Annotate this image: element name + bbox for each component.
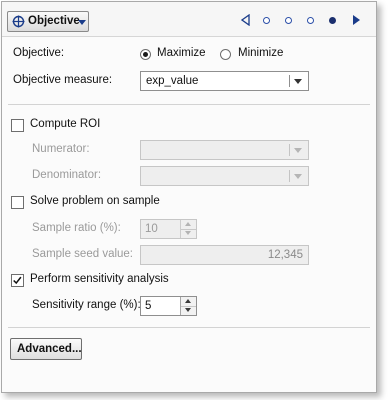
page-dot-2[interactable] <box>285 17 292 24</box>
advanced-button[interactable]: Advanced... <box>10 338 82 360</box>
sample-ratio-spinner[interactable]: 10 <box>140 219 197 239</box>
advanced-button-label: Advanced... <box>17 343 82 355</box>
minimize-label[interactable]: Minimize <box>238 47 283 59</box>
objective-measure-value: exp_value <box>146 75 199 87</box>
objective-measure-label: Objective measure: <box>13 74 113 86</box>
chevron-down-icon <box>78 20 86 25</box>
maximize-radio[interactable] <box>140 49 151 60</box>
page-dot-4-current[interactable] <box>329 17 336 24</box>
sample-ratio-label: Sample ratio (%): <box>32 222 121 234</box>
sample-seed-input[interactable]: 12,345 <box>140 245 309 265</box>
chevron-down-icon <box>294 148 302 153</box>
decrement-button[interactable] <box>181 306 196 315</box>
sample-seed-value: 12,345 <box>267 249 303 261</box>
page-dot-1[interactable] <box>263 17 270 24</box>
maximize-label[interactable]: Maximize <box>157 47 206 59</box>
objective-menu-button[interactable]: Objective <box>7 11 89 32</box>
numerator-select[interactable] <box>140 140 309 160</box>
spinner-buttons <box>180 220 196 238</box>
objective-measure-select[interactable]: exp_value <box>140 71 309 91</box>
previous-page-icon[interactable] <box>241 14 250 26</box>
objective-label: Objective: <box>13 47 65 59</box>
page-dot-3[interactable] <box>307 17 314 24</box>
objective-menu-label: Objective <box>28 15 80 27</box>
select-separator <box>289 144 290 156</box>
chevron-down-icon <box>294 174 302 179</box>
sample-ratio-value: 10 <box>145 223 158 235</box>
spinner-buttons <box>180 297 196 315</box>
compute-roi-checkbox[interactable] <box>11 119 24 132</box>
denominator-select[interactable] <box>140 166 309 186</box>
select-separator <box>289 75 290 87</box>
solve-sample-checkbox[interactable] <box>11 196 24 209</box>
sensitivity-checkbox[interactable] <box>11 274 24 287</box>
sensitivity-range-spinner[interactable]: 5 <box>140 296 197 316</box>
sample-seed-label: Sample seed value: <box>32 248 134 260</box>
sensitivity-range-value: 5 <box>145 300 152 312</box>
objective-panel: Objective Objective: Maximize Minimize O… <box>1 1 377 393</box>
next-page-icon[interactable] <box>352 14 361 26</box>
chevron-down-icon <box>294 79 302 84</box>
sensitivity-label[interactable]: Perform sensitivity analysis <box>30 273 169 285</box>
decrement-button[interactable] <box>181 229 196 238</box>
numerator-label: Numerator: <box>32 143 90 155</box>
target-icon <box>12 15 25 28</box>
divider <box>8 327 370 328</box>
compute-roi-label[interactable]: Compute ROI <box>30 118 100 130</box>
minimize-radio[interactable] <box>220 49 231 60</box>
sensitivity-range-label: Sensitivity range (%): <box>32 299 141 311</box>
checkmark-icon <box>13 276 22 285</box>
solve-sample-label[interactable]: Solve problem on sample <box>30 195 160 207</box>
select-separator <box>289 170 290 182</box>
divider <box>8 104 370 105</box>
denominator-label: Denominator: <box>32 169 102 181</box>
panel-toolbar: Objective <box>2 2 376 37</box>
